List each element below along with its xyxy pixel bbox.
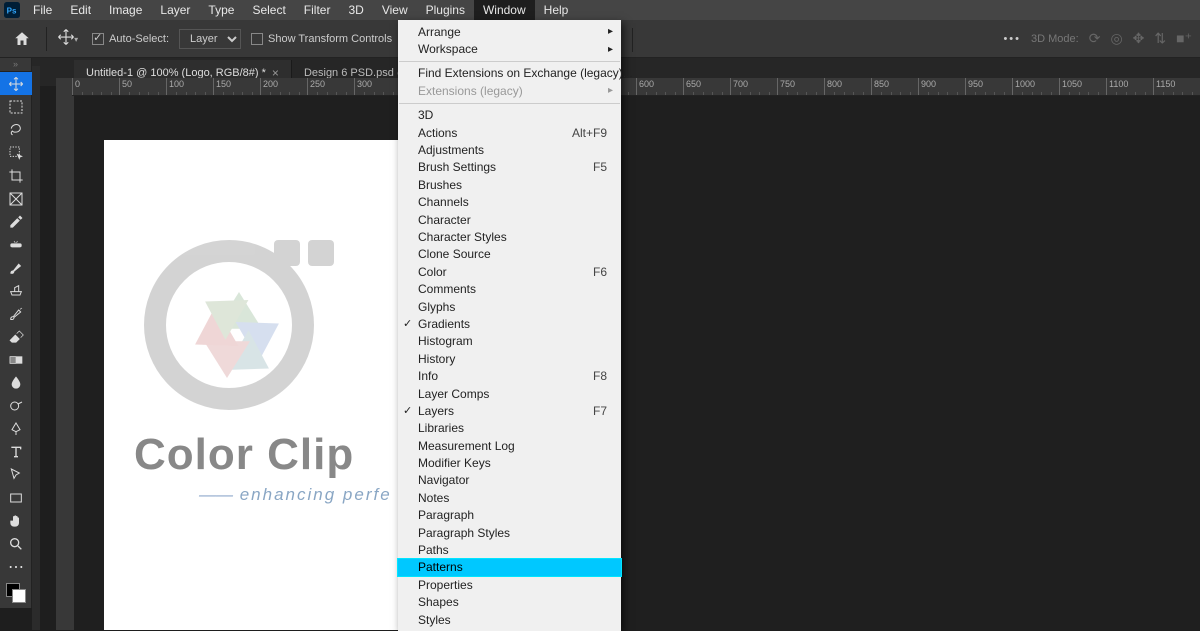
menu-item-layers[interactable]: LayersF7	[398, 402, 621, 419]
brush-tool[interactable]	[0, 256, 32, 279]
type-tool[interactable]	[0, 440, 32, 463]
menu-window[interactable]: Window	[474, 0, 535, 20]
menu-item-styles[interactable]: Styles	[398, 611, 621, 628]
dodge-tool[interactable]	[0, 394, 32, 417]
canvas-area: Color Clip —— enhancing perfe	[74, 96, 1200, 630]
slide-3d-icon[interactable]: ⇅	[1154, 30, 1166, 47]
lasso-tool[interactable]	[0, 118, 32, 141]
overflow-icon[interactable]: •••	[1003, 33, 1021, 45]
menu-item-adjustments[interactable]: Adjustments	[398, 141, 621, 158]
menu-filter[interactable]: Filter	[295, 0, 340, 20]
tagline-text: —— enhancing perfe	[199, 485, 392, 505]
menu-file[interactable]: File	[24, 0, 61, 20]
menu-item-workspace[interactable]: Workspace	[398, 40, 621, 57]
menu-item-comments[interactable]: Comments	[398, 280, 621, 297]
menu-item-properties[interactable]: Properties	[398, 576, 621, 593]
menu-item-paragraph[interactable]: Paragraph	[398, 507, 621, 524]
horizontal-ruler: 0501001502002503003504004505005506006507…	[72, 78, 1200, 96]
hand-tool[interactable]	[0, 509, 32, 532]
mode-3d-label: 3D Mode:	[1031, 33, 1079, 45]
menu-bar: Ps FileEditImageLayerTypeSelectFilter3DV…	[0, 0, 1200, 20]
menu-item-actions[interactable]: ActionsAlt+F9	[398, 124, 621, 141]
clone-stamp-tool[interactable]	[0, 279, 32, 302]
menu-item-arrange[interactable]: Arrange	[398, 23, 621, 40]
show-transform-checkbox[interactable]: Show Transform Controls	[251, 33, 392, 45]
move-tool[interactable]	[0, 72, 32, 95]
menu-item-find-extensions-on-exchange-legacy-[interactable]: Find Extensions on Exchange (legacy)...	[398, 65, 621, 82]
menu-item-extensions-legacy-: Extensions (legacy)	[398, 82, 621, 99]
eraser-tool[interactable]	[0, 325, 32, 348]
menu-item-paths[interactable]: Paths	[398, 541, 621, 558]
show-transform-label: Show Transform Controls	[268, 33, 392, 45]
menu-item-character-styles[interactable]: Character Styles	[398, 228, 621, 245]
menu-item-history[interactable]: History	[398, 350, 621, 367]
menu-item-notes[interactable]: Notes	[398, 489, 621, 506]
healing-brush-tool[interactable]	[0, 233, 32, 256]
blur-tool[interactable]	[0, 371, 32, 394]
menu-layer[interactable]: Layer	[151, 0, 199, 20]
menu-item-info[interactable]: InfoF8	[398, 367, 621, 384]
marquee-tool[interactable]	[0, 95, 32, 118]
menu-item-color[interactable]: ColorF6	[398, 263, 621, 280]
color-swatch[interactable]	[0, 578, 32, 608]
rectangle-tool[interactable]	[0, 486, 32, 509]
menu-item-navigator[interactable]: Navigator	[398, 472, 621, 489]
auto-select-target-dropdown[interactable]: Layer	[179, 29, 241, 49]
svg-text:Ps: Ps	[7, 6, 17, 15]
expand-panel-icon[interactable]: »	[0, 58, 31, 72]
roll-3d-icon[interactable]: ◎	[1110, 30, 1122, 47]
menu-image[interactable]: Image	[100, 0, 151, 20]
ps-app-icon: Ps	[0, 0, 24, 20]
crop-tool[interactable]	[0, 164, 32, 187]
menu-item-channels[interactable]: Channels	[398, 194, 621, 211]
menu-item-3d[interactable]: 3D	[398, 107, 621, 124]
home-button[interactable]	[8, 25, 36, 53]
eyedropper-tool[interactable]	[0, 210, 32, 233]
gradient-tool[interactable]	[0, 348, 32, 371]
menu-item-character[interactable]: Character	[398, 211, 621, 228]
panel-strip	[32, 66, 40, 630]
path-select-tool[interactable]	[0, 463, 32, 486]
menu-item-histogram[interactable]: Histogram	[398, 333, 621, 350]
menu-item-shapes[interactable]: Shapes	[398, 594, 621, 611]
pan-3d-icon[interactable]: ✥	[1133, 30, 1145, 47]
tool-panel: » ⋯	[0, 58, 32, 608]
menu-item-glyphs[interactable]: Glyphs	[398, 298, 621, 315]
frame-tool[interactable]	[0, 187, 32, 210]
move-tool-icon: ▾	[57, 28, 82, 49]
menu-item-brushes[interactable]: Brushes	[398, 176, 621, 193]
object-select-tool[interactable]	[0, 141, 32, 164]
menu-item-modifier-keys[interactable]: Modifier Keys	[398, 454, 621, 471]
orbit-3d-icon[interactable]: ⟳	[1089, 30, 1101, 47]
menu-help[interactable]: Help	[535, 0, 578, 20]
pen-tool[interactable]	[0, 417, 32, 440]
menu-edit[interactable]: Edit	[61, 0, 100, 20]
menu-item-libraries[interactable]: Libraries	[398, 420, 621, 437]
brand-text: Color Clip	[134, 430, 354, 480]
zoom-3d-icon[interactable]: ■⁺	[1176, 30, 1192, 47]
menu-item-layer-comps[interactable]: Layer Comps	[398, 385, 621, 402]
menu-type[interactable]: Type	[199, 0, 243, 20]
window-menu-dropdown: ArrangeWorkspace Find Extensions on Exch…	[398, 20, 621, 631]
logo-watermark	[144, 240, 314, 410]
menu-plugins[interactable]: Plugins	[417, 0, 474, 20]
zoom-tool[interactable]	[0, 532, 32, 555]
menu-select[interactable]: Select	[243, 0, 294, 20]
menu-3d[interactable]: 3D	[339, 0, 372, 20]
menu-item-measurement-log[interactable]: Measurement Log	[398, 437, 621, 454]
menu-view[interactable]: View	[373, 0, 417, 20]
auto-select-label: Auto-Select:	[109, 33, 169, 45]
auto-select-checkbox[interactable]: Auto-Select:	[92, 33, 169, 45]
menu-item-gradients[interactable]: Gradients	[398, 315, 621, 332]
menu-item-paragraph-styles[interactable]: Paragraph Styles	[398, 524, 621, 541]
more-tools-icon[interactable]: ⋯	[0, 555, 32, 578]
menu-item-clone-source[interactable]: Clone Source	[398, 246, 621, 263]
menu-item-patterns[interactable]: Patterns	[398, 559, 621, 576]
vertical-ruler	[56, 78, 74, 630]
menu-item-brush-settings[interactable]: Brush SettingsF5	[398, 159, 621, 176]
history-brush-tool[interactable]	[0, 302, 32, 325]
